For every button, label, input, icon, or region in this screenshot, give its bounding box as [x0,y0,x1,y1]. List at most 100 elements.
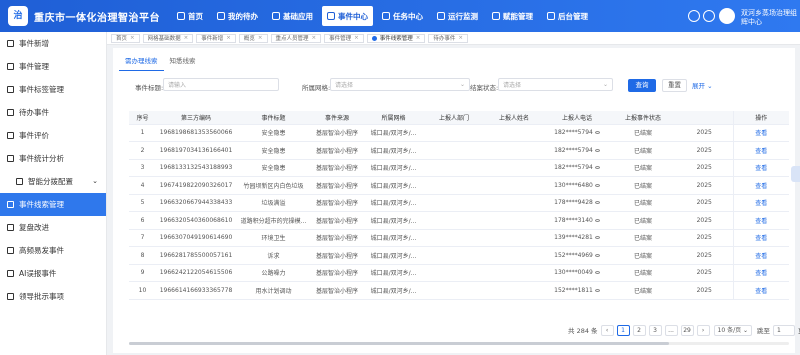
view-link[interactable]: 查看 [732,176,789,195]
nav-item[interactable]: 后台管理 [542,6,593,26]
nav-item[interactable]: 事件中心 [322,6,373,26]
table-header-cell: 上报人姓名 [484,111,544,125]
tab[interactable]: 首页 × [111,33,140,43]
table-cell [424,124,484,142]
pagination-total: 共 284 条 [568,327,598,335]
table-row: 6 1966320540360068610 道路积分超市的完操模... 基层智治小程序… [129,211,789,230]
view-link[interactable]: 查看 [732,264,789,282]
reset-button[interactable]: 重置 [662,79,687,92]
close-icon[interactable]: × [458,35,463,41]
eye-icon[interactable] [594,183,600,187]
view-link[interactable]: 查看 [732,229,789,247]
search-button[interactable]: 查询 [628,79,656,92]
table-header-cell [676,111,733,125]
close-icon[interactable]: × [258,35,263,41]
horizontal-scrollbar[interactable] [129,342,789,345]
page-button[interactable]: ... [664,324,678,336]
close-icon[interactable]: × [354,35,359,41]
tab[interactable]: 事件新增 × [196,33,236,43]
page-button[interactable]: 2 [632,324,646,336]
table-cell: 城口县/双河乡/... [363,246,424,265]
nav-item[interactable]: 基础应用 [267,6,318,26]
view-link[interactable]: 查看 [732,194,789,212]
tab[interactable]: 事件线索管理 × [366,33,426,43]
sidebar-item[interactable]: 智能分拨配置 ⌄ [0,170,106,193]
view-link[interactable]: 查看 [732,159,789,177]
sidebar-item[interactable]: 领导批示事项 [0,285,106,308]
tab[interactable]: 重点人员管理 × [270,33,322,43]
page-size-select[interactable]: 10 条/页 ⌄ [713,324,753,336]
table-cell [484,194,544,212]
tab[interactable]: 事件管理 × [324,33,364,43]
sidebar-item-label: 事件评价 [19,131,49,140]
sidebar-item[interactable]: 待办事件 [0,101,106,124]
eye-icon[interactable] [594,218,600,222]
eye-icon[interactable] [594,166,600,170]
sidebar-item[interactable]: 事件统计分析 [0,147,106,170]
eye-icon[interactable] [594,271,600,275]
sidebar-item-label: 复盘改进 [19,223,49,232]
nav-item[interactable]: 赋能管理 [487,6,538,26]
view-link[interactable]: 查看 [732,281,789,300]
eye-icon[interactable] [594,236,600,240]
tab[interactable]: 待办事件 × [428,33,468,43]
page-button[interactable]: 29 [680,324,694,336]
grid-select[interactable]: 请选择 ⌄ [330,78,470,91]
sidebar-item[interactable]: AI误报事件 [0,262,106,285]
sidebar-item[interactable]: 事件管理 [0,55,106,78]
view-link[interactable]: 查看 [732,211,789,230]
eye-icon[interactable] [594,201,600,205]
table-cell: 2025 [676,281,733,300]
title-input[interactable]: 请输入 [163,78,279,91]
prev-page-button[interactable]: ‹ [600,324,614,336]
sidebar-item[interactable]: 事件标签管理 [0,78,106,101]
page-button[interactable]: 3 [648,324,662,336]
main-card: 需办理线索 知悉线索 事件标题: 请输入 所属网格: 请选择 ⌄ 结案状态: 请选择… [113,48,800,353]
eye-icon[interactable] [594,253,600,257]
expand-button[interactable]: 展开 ⌄ [692,80,713,90]
dashboard-icon[interactable] [688,10,700,22]
table-cell: 基层智治小程序 [311,176,363,195]
sidebar-item-label: 高频易发事件 [19,246,64,255]
user-role[interactable]: 辉中心 [741,17,762,27]
eye-icon[interactable] [594,131,600,135]
settings-icon[interactable] [703,10,715,22]
tab[interactable]: 网格基础数据 × [142,33,194,43]
page-button[interactable]: 1 [616,324,630,336]
sidebar-item[interactable]: 事件线索管理 [0,193,106,216]
table-row: 5 1966320667944338433 垃圾满溢 基层智治小程序 城口县/双河乡/.… [129,194,789,212]
side-float-toggle[interactable] [791,166,800,182]
subtab[interactable]: 需办理线索 [119,53,164,71]
avatar[interactable] [719,8,735,24]
close-icon[interactable]: × [184,35,189,41]
next-page-button[interactable]: › [696,324,710,336]
close-icon[interactable]: × [416,35,421,41]
eye-icon[interactable] [594,288,600,292]
close-icon[interactable]: × [312,35,317,41]
sidebar-item[interactable]: 事件评价 [0,124,106,147]
tab-label: 概览 [243,36,255,42]
close-icon[interactable]: × [130,35,135,41]
close-icon[interactable]: × [226,35,231,41]
table-cell: 1968133132543188993 [156,159,236,177]
subtab[interactable]: 知悉线索 [164,53,202,71]
nav-item[interactable]: 我的待办 [212,6,263,26]
nav-item[interactable]: 任务中心 [377,6,428,26]
table-cell: 道路积分超市的完操模... [236,211,311,230]
sidebar-item[interactable]: 高频易发事件 [0,239,106,262]
sidebar-item[interactable]: 复盘改进 [0,216,106,239]
tab[interactable]: 概览 × [238,33,268,43]
nav-item[interactable]: 首页 [172,6,208,26]
view-link[interactable]: 查看 [732,246,789,265]
goto-input[interactable]: 1 [773,324,796,336]
view-link[interactable]: 查看 [732,124,789,142]
table-cell [484,264,544,282]
sidebar-item-label: 事件新增 [19,39,49,48]
eye-icon[interactable] [594,148,600,152]
view-link[interactable]: 查看 [732,141,789,160]
sidebar-item[interactable]: 事件新增 [0,32,106,55]
active-dot-icon [371,35,377,41]
nav-item[interactable]: 运行监测 [432,6,483,26]
table-cell: 178****9428 [544,194,610,212]
status-select[interactable]: 请选择 ⌄ [498,78,613,91]
